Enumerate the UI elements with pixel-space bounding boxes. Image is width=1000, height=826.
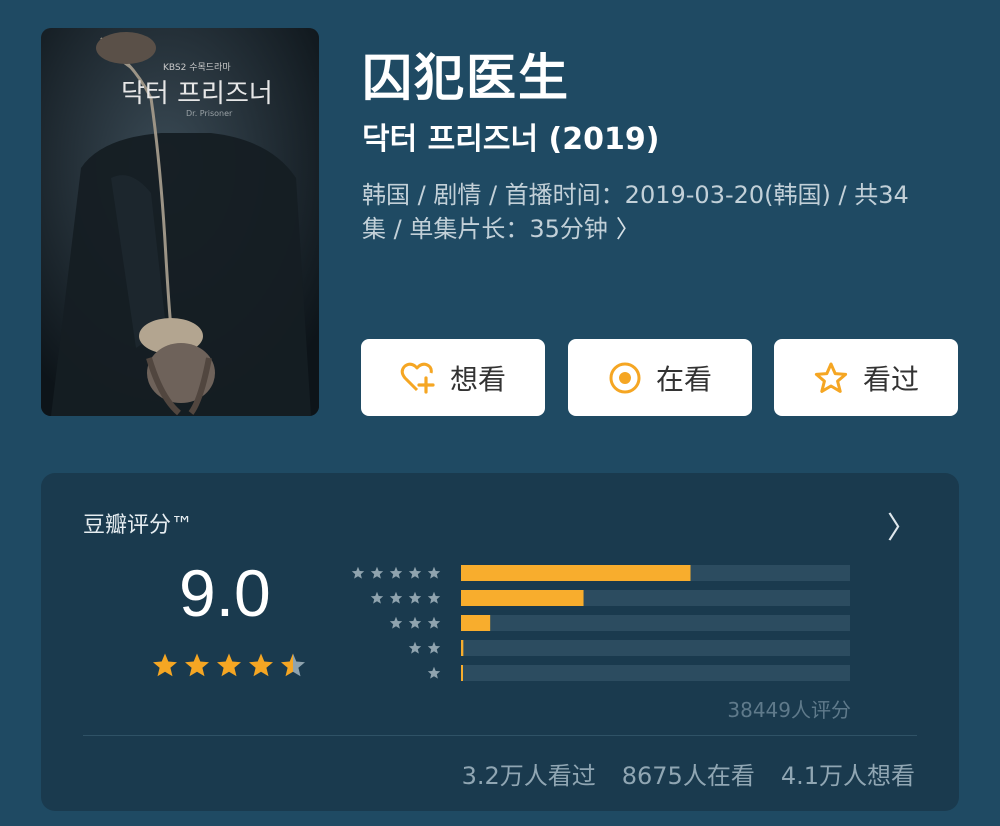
star-icon: [408, 591, 422, 604]
poster-art: KBS2 수목드라마 닥터 프리즈너 Dr. Prisoner: [41, 28, 319, 416]
want-count[interactable]: 4.1万人想看: [781, 756, 915, 791]
bar-fill: [461, 665, 463, 681]
target-icon: [609, 362, 641, 393]
star-icon: [427, 616, 441, 629]
meta-line-2: 集 / 单集片长：35分钟: [362, 215, 608, 243]
want-to-watch-button[interactable]: 想看: [361, 339, 545, 416]
star-icon: [427, 566, 441, 579]
svg-text:닥터 프리즈너: 닥터 프리즈너: [121, 79, 273, 109]
watching-button[interactable]: 在看: [568, 339, 752, 416]
rating-distribution: [351, 565, 850, 681]
divider: [83, 735, 917, 736]
star-icon: [351, 566, 365, 579]
star-icon: [389, 566, 403, 579]
bar-fill: [461, 590, 584, 606]
bar-fill: [461, 565, 691, 581]
svg-text:KBS2 수목드라마: KBS2 수목드라마: [163, 62, 231, 73]
star-icon: [814, 362, 848, 393]
bar-track: [461, 665, 850, 681]
star-icon: [427, 591, 441, 604]
chevron-right-icon: 〉: [615, 215, 640, 243]
want-button-label: 想看: [449, 362, 506, 396]
watched-count[interactable]: 3.2万人看过: [462, 756, 596, 791]
show-meta[interactable]: 韩国 / 剧情 / 首播时间：2019-03-20(韩国) / 共34 集 / …: [362, 178, 962, 246]
star-icon: [408, 616, 422, 629]
star-icon: [389, 616, 403, 629]
star-icon: [427, 666, 441, 679]
watch-stats: 3.2万人看过 8675人在看 4.1万人想看: [462, 756, 915, 791]
watching-button-label: 在看: [655, 362, 712, 396]
bar-track: [461, 640, 850, 656]
bar-fill: [461, 615, 491, 631]
meta-line-1: 韩国 / 剧情 / 首播时间：2019-03-20(韩国) / 共34: [362, 181, 909, 209]
svg-text:Dr. Prisoner: Dr. Prisoner: [186, 109, 233, 118]
watched-button-label: 看过: [862, 362, 919, 396]
star-icon: [408, 641, 422, 654]
star-icon: [370, 566, 384, 579]
star-icon: [370, 591, 384, 604]
poster-image[interactable]: KBS2 수목드라마 닥터 프리즈너 Dr. Prisoner: [41, 28, 319, 416]
rating-card[interactable]: 豆瓣评分™ 〉 9.0 38449人评分 3.2万人看过 8675人在看 4.1…: [41, 473, 959, 811]
raters-count: 38449人评分: [727, 698, 851, 722]
original-title: 닥터 프리즈너 (2019): [362, 122, 660, 157]
star-icon: [408, 566, 422, 579]
watching-count[interactable]: 8675人在看: [622, 756, 755, 791]
page-title: 囚犯医生: [362, 49, 570, 107]
bar-fill: [461, 640, 464, 656]
star-icon: [389, 591, 403, 604]
star-icon: [427, 641, 441, 654]
watched-button[interactable]: 看过: [774, 339, 958, 416]
bar-track: [461, 615, 850, 631]
heart-plus-icon: [400, 362, 435, 394]
